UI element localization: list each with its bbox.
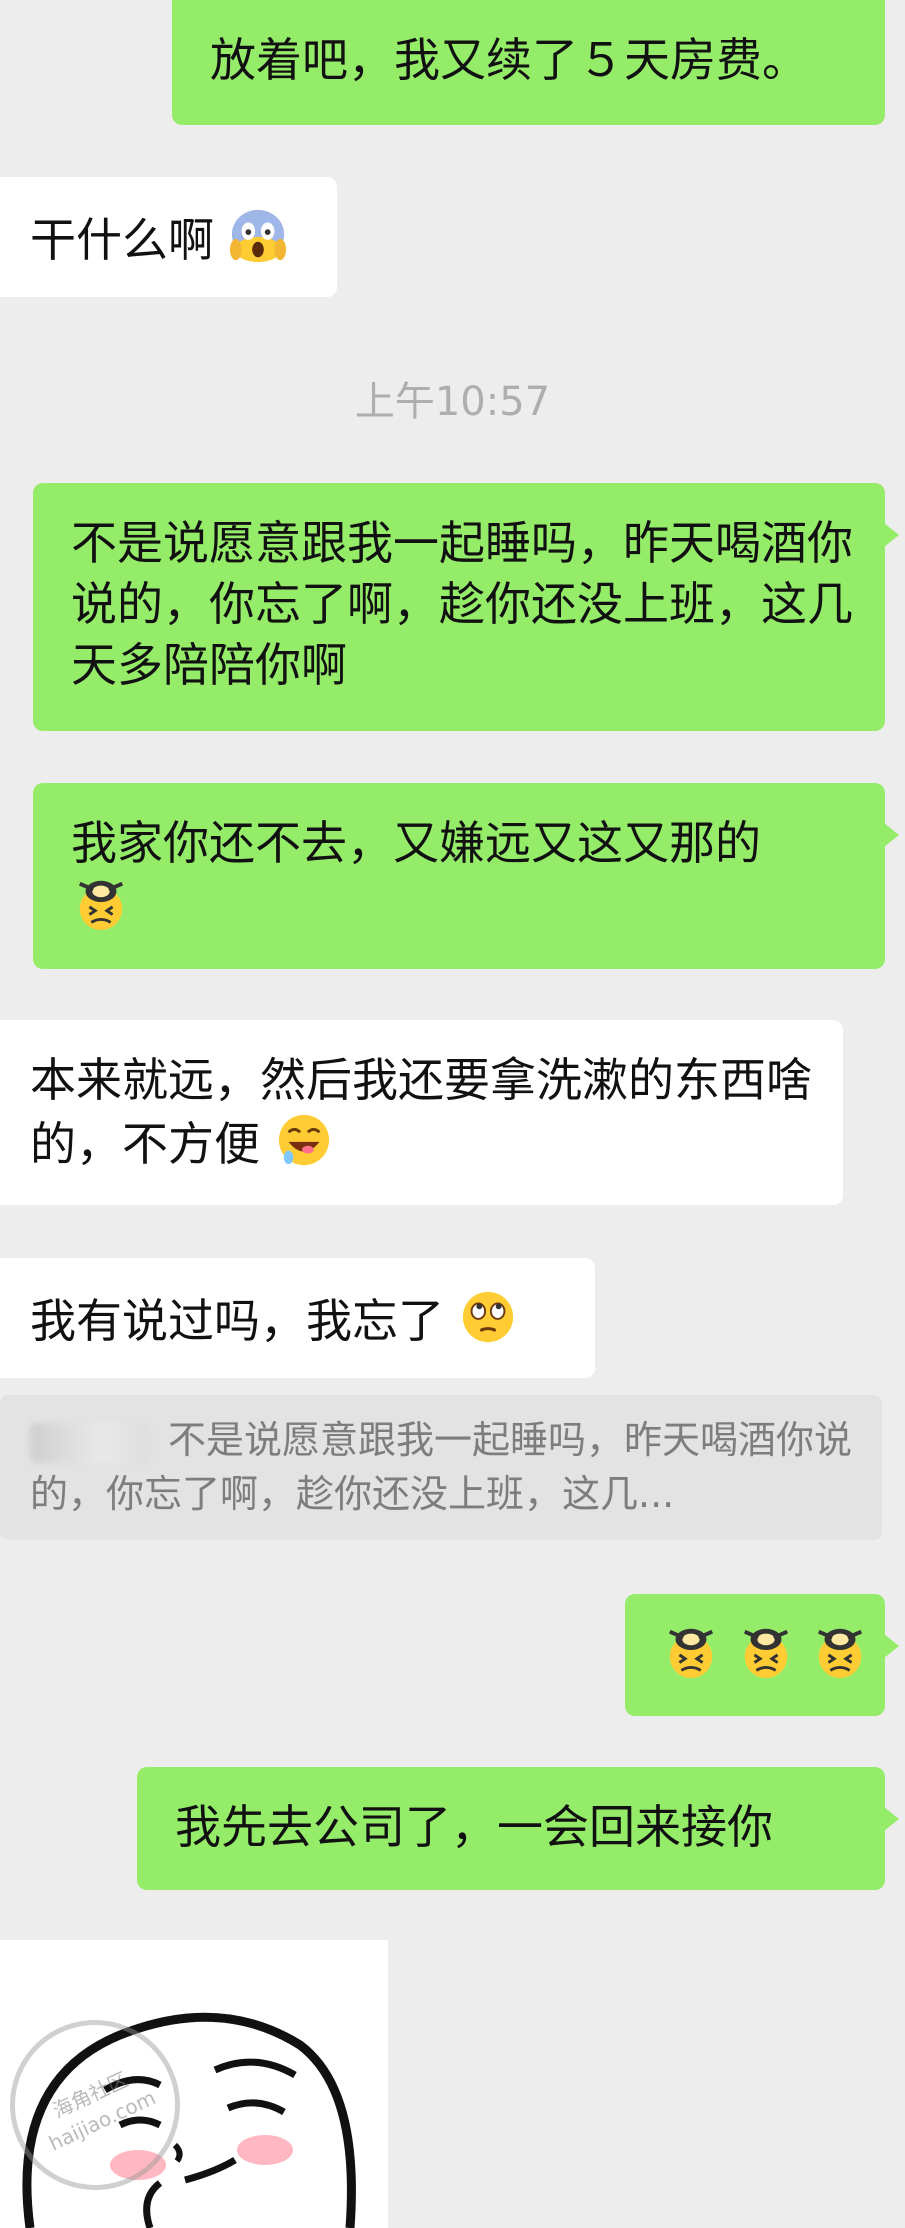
received-message[interactable]: 我有说过吗，我忘了: [0, 1258, 595, 1378]
quote-text: 不是说愿意跟我一起睡吗，昨天喝酒你说的，你忘了啊，趁你还没上班，这几...: [30, 1418, 853, 1516]
message-text: 我家你还不去，又嫌远又这又那的: [71, 816, 761, 870]
frustrated-spoon-face-sticker-icon: [810, 1622, 870, 1695]
sent-message[interactable]: 不是说愿意跟我一起睡吗，昨天喝酒你说的，你忘了啊，趁你还没上班，这几天多陪陪你啊: [33, 483, 899, 731]
message-text: 不是说愿意跟我一起睡吗，昨天喝酒你说的，你忘了啊，趁你还没上班，这几天多陪陪你啊: [71, 516, 853, 692]
sent-message[interactable]: 我家你还不去，又嫌远又这又那的: [33, 783, 899, 969]
message-text: 放着吧，我又续了５天房费。: [210, 33, 808, 87]
face-with-rolling-eyes-icon: [459, 1288, 517, 1361]
received-message[interactable]: 干什么啊: [0, 177, 337, 297]
face-screaming-in-fear-icon: [229, 207, 287, 280]
message-timestamp: 上午10:57: [354, 379, 551, 425]
message-text: 本来就远，然后我还要拿洗漱的东西啥的，不方便: [30, 1053, 812, 1171]
frustrated-spoon-face-sticker-icon: [71, 874, 131, 947]
message-text: 我有说过吗，我忘了: [30, 1294, 444, 1348]
sent-message[interactable]: 放着吧，我又续了５天房费。: [172, 0, 885, 125]
frustrated-spoon-face-sticker-icon: [736, 1622, 796, 1695]
received-message[interactable]: 本来就远，然后我还要拿洗漱的东西啥的，不方便: [0, 1020, 843, 1205]
smug-face-sticker[interactable]: 海角社区 haijiao.com: [0, 1940, 388, 2228]
frustrated-spoon-face-sticker-icon: [661, 1622, 721, 1695]
message-text: 干什么啊: [30, 213, 214, 267]
blurred-sender-name: [30, 1422, 150, 1463]
sent-message[interactable]: 我先去公司了，一会回来接你: [137, 1767, 899, 1890]
message-text: 我先去公司了，一会回来接你: [175, 1800, 773, 1854]
quoted-message[interactable]: 不是说愿意跟我一起睡吗，昨天喝酒你说的，你忘了啊，趁你还没上班，这几...: [0, 1395, 882, 1540]
sent-message[interactable]: [625, 1594, 899, 1716]
drooling-laughing-face-icon: [275, 1111, 333, 1184]
